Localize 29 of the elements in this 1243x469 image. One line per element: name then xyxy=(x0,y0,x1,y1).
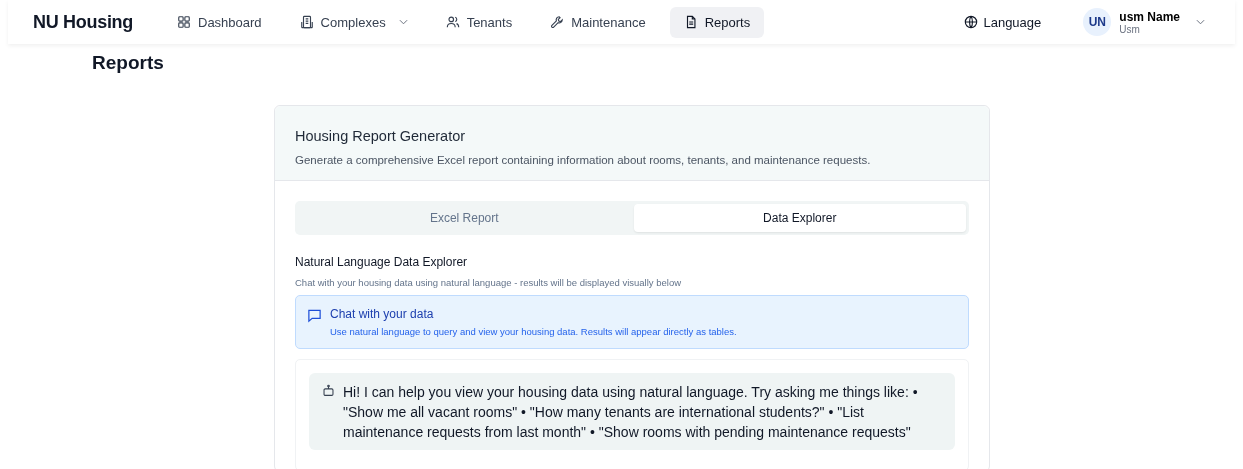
users-icon xyxy=(445,15,460,29)
building-icon xyxy=(299,15,314,29)
chat-bubble-icon xyxy=(307,308,322,323)
card-description: Generate a comprehensive Excel report containing information about rooms, tenants, and maintenance requests. xyxy=(295,154,872,166)
card-title: Housing Report Generator xyxy=(295,128,467,144)
tab[interactable]: Excel Report xyxy=(298,204,631,232)
globe-icon xyxy=(964,15,979,29)
user-avatar: UN xyxy=(1083,8,1112,36)
user-name: usm Name xyxy=(1119,9,1180,24)
brand-name[interactable]: NU Housing xyxy=(33,11,133,33)
nav-item[interactable]: Maintenance xyxy=(536,6,660,38)
info-title: Chat with your data xyxy=(330,307,435,321)
robot-icon xyxy=(322,384,335,397)
tab[interactable]: Data Explorer xyxy=(633,204,966,232)
nav-item[interactable]: Complexes xyxy=(285,6,422,38)
grid-icon xyxy=(177,15,191,29)
user-menu[interactable]: UN usm Name Usm xyxy=(1083,8,1205,36)
section-title: Natural Language Data Explorer xyxy=(295,255,469,269)
language-button[interactable]: Language xyxy=(958,13,1048,31)
wrench-icon xyxy=(550,15,565,29)
chevron-down-icon xyxy=(1196,19,1205,25)
message-text: Hi! I can help you view your housing data using natural language. Try asking me things like: • "Show me all vacant rooms" • "How many tenants are international students?" • "List maintenance requests from last month" • "Show rooms with pending maintenance requests" xyxy=(343,383,919,442)
nav-item[interactable]: Tenants xyxy=(431,6,527,38)
nav-item[interactable]: Dashboard xyxy=(163,6,276,38)
user-role: Usm xyxy=(1119,23,1140,35)
nav-item[interactable]: Reports xyxy=(669,6,765,38)
info-text: Use natural language to query and view your housing data. Results will appear directly as tables. xyxy=(330,326,737,337)
page-title: Reports xyxy=(92,52,165,74)
section-subtitle: Chat with your housing data using natural language - results will be displayed visually below xyxy=(295,277,683,288)
